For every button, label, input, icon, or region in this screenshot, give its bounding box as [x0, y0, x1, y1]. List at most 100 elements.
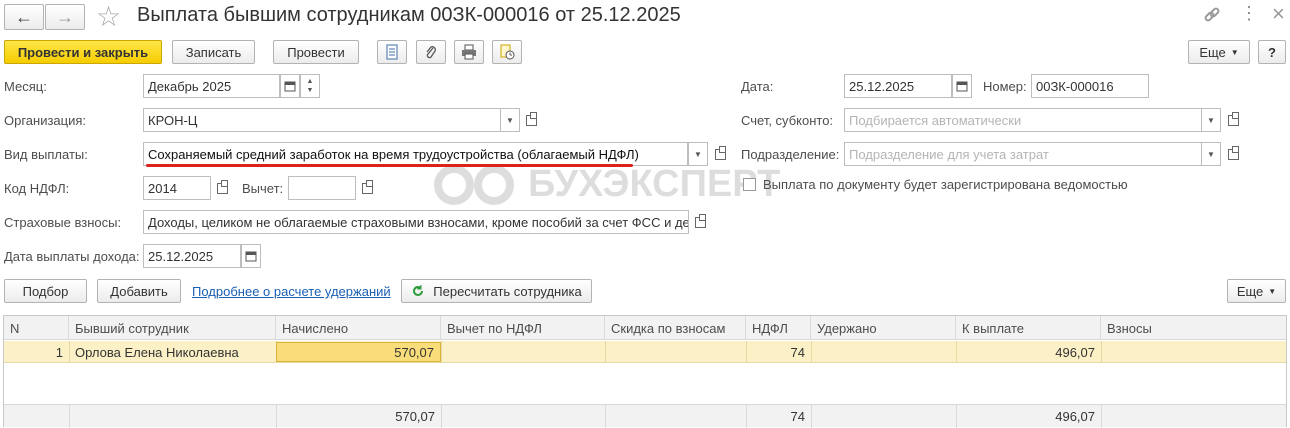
- open-icon: [1227, 145, 1239, 160]
- pick-button[interactable]: Подбор: [4, 279, 87, 303]
- table-more-label: Еще: [1236, 283, 1264, 299]
- col-contributions[interactable]: Взносы: [1101, 316, 1286, 340]
- attach-button[interactable]: [416, 40, 446, 64]
- col-employee[interactable]: Бывший сотрудник: [69, 316, 276, 340]
- caret-down-icon: ▼: [1230, 47, 1239, 57]
- payment-type-value: Сохраняемый средний заработок на время т…: [148, 146, 639, 162]
- calendar-icon: [956, 81, 968, 92]
- arrow-left-icon: ←: [15, 6, 33, 27]
- open-icon: [714, 145, 726, 160]
- print-button[interactable]: [454, 40, 484, 64]
- department-placeholder: Подразделение для учета затрат: [849, 146, 1049, 162]
- row-contrib-discount[interactable]: [605, 341, 746, 363]
- col-accrued[interactable]: Начислено: [276, 316, 441, 340]
- row-ndfl[interactable]: 74: [746, 341, 811, 363]
- document-list-button[interactable]: [377, 40, 407, 64]
- more-button[interactable]: Еще ▼: [1188, 40, 1250, 64]
- total-accrued: 570,07: [395, 408, 435, 424]
- calendar-icon: [245, 251, 257, 262]
- details-link[interactable]: Подробнее о расчете удержаний: [192, 284, 391, 299]
- calendar-icon: [284, 81, 296, 92]
- footer-grid: [1101, 405, 1102, 428]
- add-button[interactable]: Добавить: [97, 279, 181, 303]
- department-dropdown-button[interactable]: ▼: [1201, 142, 1221, 166]
- spin-down-icon[interactable]: ▼: [307, 86, 314, 95]
- payment-type-field[interactable]: Сохраняемый средний заработок на время т…: [143, 142, 688, 166]
- month-label: Месяц:: [4, 79, 47, 94]
- date-field[interactable]: 25.12.2025: [844, 74, 952, 98]
- caret-down-icon: ▼: [1207, 115, 1215, 125]
- ndfl-code-open-button[interactable]: [212, 177, 232, 199]
- watermark-logo-icon: [434, 164, 514, 205]
- row-to-pay[interactable]: 496,07: [956, 341, 1101, 363]
- list-icon: [386, 44, 398, 60]
- spin-up-icon[interactable]: ▲: [307, 77, 314, 86]
- organization-open-button[interactable]: [521, 109, 541, 131]
- account-dropdown-button[interactable]: ▼: [1201, 108, 1221, 132]
- col-to-pay[interactable]: К выплате: [956, 316, 1101, 340]
- col-contrib-discount[interactable]: Скидка по взносам: [605, 316, 746, 340]
- more-vert-icon[interactable]: ⋮: [1240, 3, 1258, 24]
- help-button[interactable]: ?: [1258, 40, 1286, 64]
- caret-down-icon: ▼: [1268, 286, 1277, 296]
- recalculate-label: Пересчитать сотрудника: [433, 283, 582, 299]
- recalculate-button[interactable]: Пересчитать сотрудника: [401, 279, 592, 303]
- page-title: Выплата бывшим сотрудникам 00ЗК-000016 о…: [137, 4, 681, 26]
- income-date-field[interactable]: 25.12.2025: [143, 244, 241, 268]
- organization-field[interactable]: КРОН-Ц: [143, 108, 501, 132]
- income-date-calendar-button[interactable]: [241, 244, 261, 268]
- number-label: Номер:: [983, 79, 1027, 94]
- department-field[interactable]: Подразделение для учета затрат: [844, 142, 1202, 166]
- row-ndfl-deduction[interactable]: [441, 341, 605, 363]
- link-icon[interactable]: [1202, 5, 1222, 25]
- watermark: БУХЭКСПЕРТ: [432, 163, 780, 206]
- save-button[interactable]: Записать: [172, 40, 255, 64]
- total-to-pay: 496,07: [1055, 408, 1095, 424]
- statement-checkbox[interactable]: [743, 178, 756, 191]
- footer-grid: [811, 405, 812, 428]
- document-clock-icon: [500, 44, 515, 60]
- ndfl-code-label: Код НДФЛ:: [4, 181, 70, 196]
- date-calendar-button[interactable]: [952, 74, 972, 98]
- report-button[interactable]: [492, 40, 522, 64]
- col-ndfl-deduction[interactable]: Вычет по НДФЛ: [441, 316, 605, 340]
- back-button[interactable]: ←: [4, 4, 44, 30]
- month-calendar-button[interactable]: [280, 74, 300, 98]
- account-open-button[interactable]: [1223, 109, 1243, 131]
- deduction-field[interactable]: [288, 176, 356, 200]
- account-field[interactable]: Подбирается автоматически: [844, 108, 1202, 132]
- month-field[interactable]: Декабрь 2025: [143, 74, 280, 98]
- number-field[interactable]: 00ЗК-000016: [1031, 74, 1149, 98]
- department-label: Подразделение:: [741, 147, 840, 162]
- favorite-star-icon[interactable]: ☆: [96, 0, 121, 33]
- insurance-open-button[interactable]: [690, 211, 710, 233]
- row-withheld[interactable]: [811, 341, 956, 363]
- ndfl-code-field[interactable]: 2014: [143, 176, 211, 200]
- payment-type-dropdown-button[interactable]: ▼: [688, 142, 708, 166]
- deduction-open-button[interactable]: [357, 177, 377, 199]
- organization-dropdown-button[interactable]: ▼: [500, 108, 520, 132]
- month-spinner[interactable]: ▲ ▼: [300, 74, 320, 98]
- post-button[interactable]: Провести: [273, 40, 359, 64]
- close-icon[interactable]: ×: [1272, 1, 1285, 27]
- open-icon: [1227, 111, 1239, 126]
- statement-checkbox-label: Выплата по документу будет зарегистриров…: [763, 177, 1128, 192]
- total-ndfl: 74: [790, 408, 805, 424]
- red-underline: [146, 164, 633, 167]
- department-open-button[interactable]: [1223, 143, 1243, 165]
- row-contributions[interactable]: [1101, 341, 1286, 363]
- forward-button[interactable]: →: [45, 4, 85, 30]
- payment-type-open-button[interactable]: [710, 143, 730, 165]
- open-icon: [525, 111, 537, 126]
- col-withheld[interactable]: Удержано: [811, 316, 956, 340]
- row-accrued[interactable]: 570,07: [276, 342, 441, 362]
- table-more-button[interactable]: Еще ▼: [1227, 279, 1286, 303]
- post-and-close-button[interactable]: Провести и закрыть: [4, 40, 162, 64]
- col-ndfl[interactable]: НДФЛ: [746, 316, 811, 340]
- organization-label: Организация:: [4, 113, 87, 128]
- row-employee[interactable]: Орлова Елена Николаевна: [75, 341, 275, 363]
- insurance-field[interactable]: Доходы, целиком не облагаемые страховыми…: [143, 210, 689, 234]
- open-icon: [694, 213, 706, 228]
- col-n[interactable]: N: [4, 316, 69, 340]
- footer-grid: [605, 405, 606, 428]
